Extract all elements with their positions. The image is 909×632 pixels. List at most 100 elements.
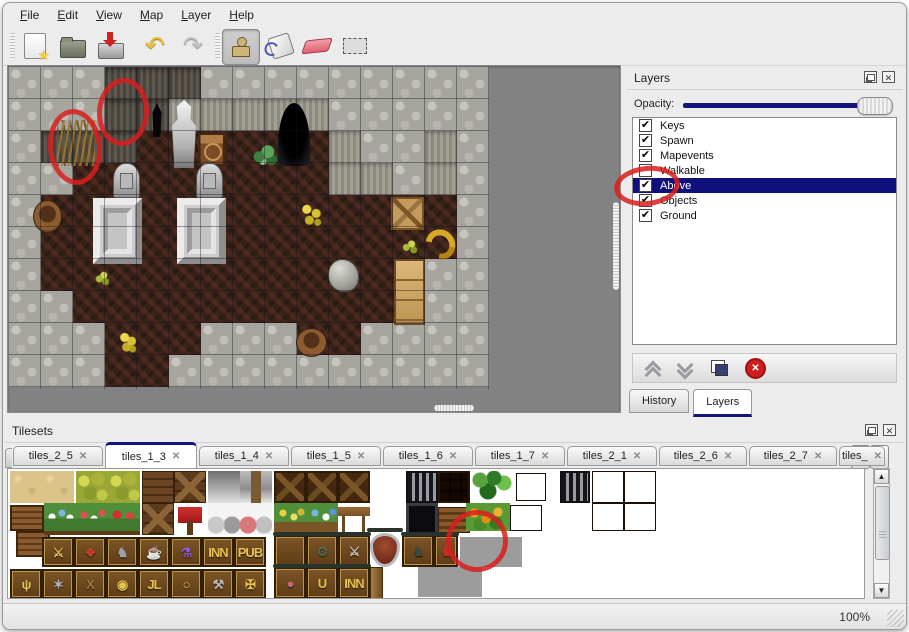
map-tile-dark-wall-face[interactable] bbox=[105, 99, 137, 131]
tileset-tile-shutters[interactable] bbox=[10, 505, 44, 531]
tileset-tile-horse-sign[interactable]: ♞ bbox=[106, 537, 138, 567]
map-tile-dirt-floor[interactable] bbox=[361, 195, 393, 227]
tileset-tile-arches-gray[interactable] bbox=[208, 503, 240, 535]
map-tile-rock-scales[interactable] bbox=[233, 355, 265, 387]
map-tile-rock-scales[interactable] bbox=[457, 323, 489, 355]
tileset-tile-bars[interactable] bbox=[406, 471, 438, 503]
map-tile-dirt-floor[interactable] bbox=[233, 195, 265, 227]
map-tile-dirt-floor[interactable] bbox=[361, 227, 393, 259]
close-tab-icon[interactable]: ✕ bbox=[874, 451, 882, 462]
tab-history[interactable]: History bbox=[629, 389, 689, 413]
map-tile-rock-scales[interactable] bbox=[393, 99, 425, 131]
map-tile-dirt-floor[interactable] bbox=[137, 323, 169, 355]
menu-item-view[interactable]: View bbox=[87, 5, 131, 25]
map-tile-rock-scales[interactable] bbox=[425, 291, 457, 323]
map-tile-dirt-floor[interactable] bbox=[73, 163, 105, 195]
map-tile-dirt-floor[interactable] bbox=[265, 291, 297, 323]
tileset-scrollbar[interactable]: ▲ ▼ bbox=[873, 468, 890, 599]
map-tile-wall-face[interactable] bbox=[233, 99, 265, 131]
map-tile-dirt-floor[interactable] bbox=[201, 291, 233, 323]
resize-grip-icon[interactable] bbox=[887, 610, 904, 627]
undo-button[interactable]: ↶ bbox=[139, 31, 171, 61]
tileset-tile-bars[interactable] bbox=[560, 471, 590, 503]
map-tile-dirt-floor[interactable] bbox=[297, 259, 329, 291]
tileset-tile-wood-x[interactable] bbox=[274, 471, 306, 503]
map-tile-rock-scales[interactable] bbox=[169, 355, 201, 387]
layer-checkbox-keys[interactable]: ✔ bbox=[639, 119, 652, 132]
tileset-tile-window-dark[interactable] bbox=[406, 503, 438, 535]
tileset-tile-ring-sign[interactable]: ○ bbox=[170, 569, 202, 599]
tileset-scrollbar-thumb[interactable] bbox=[875, 486, 890, 560]
save-button[interactable] bbox=[95, 31, 127, 61]
close-tab-icon[interactable]: ✕ bbox=[724, 451, 732, 462]
map-tile-dark-wall-face[interactable] bbox=[105, 131, 137, 163]
tileset-tile-fence-x[interactable] bbox=[142, 503, 174, 535]
menu-item-layer[interactable]: Layer bbox=[172, 5, 220, 25]
tileset-tile-shelf-dark[interactable] bbox=[624, 471, 656, 503]
layer-row-ground[interactable]: ✔Ground bbox=[633, 208, 896, 223]
map-tile-dirt-floor[interactable] bbox=[137, 291, 169, 323]
layer-row-keys[interactable]: ✔Keys bbox=[633, 118, 896, 133]
tileset-tile-table[interactable] bbox=[338, 503, 370, 535]
map-tile-dirt-floor[interactable] bbox=[265, 195, 297, 227]
map-tile-wall-face[interactable] bbox=[329, 131, 361, 163]
map-tile-rock-scales[interactable] bbox=[9, 291, 41, 323]
tileset-tile-shelf-dark[interactable] bbox=[510, 505, 542, 531]
map-tile-rock-scales[interactable] bbox=[265, 67, 297, 99]
tileset-tile-shield-sign[interactable]: ❖ bbox=[74, 537, 106, 567]
map-tile-dirt-floor[interactable] bbox=[361, 291, 393, 323]
map-vertical-scrollbar[interactable] bbox=[613, 202, 619, 290]
layer-row-mapevents[interactable]: ✔Mapevents bbox=[633, 148, 896, 163]
map-tile-dirt-floor[interactable] bbox=[233, 163, 265, 195]
map-tile-rock-scales[interactable] bbox=[9, 131, 41, 163]
map-tile-rock-scales[interactable] bbox=[361, 131, 393, 163]
close-panel-icon[interactable]: ✕ bbox=[883, 424, 896, 436]
tileset-tile-pillar[interactable] bbox=[240, 471, 272, 503]
select-tool-button[interactable] bbox=[339, 31, 371, 61]
map-tile-dirt-floor[interactable] bbox=[105, 355, 137, 387]
tileset-tile-inn-hanging-sign[interactable]: INN bbox=[338, 567, 370, 599]
scroll-up-button[interactable]: ▲ bbox=[874, 469, 889, 484]
map-tile-rock-scales[interactable] bbox=[361, 99, 393, 131]
map-tile-rock-scales[interactable] bbox=[393, 163, 425, 195]
tileset-tab-tiles_1_3[interactable]: tiles_1_3✕ bbox=[105, 442, 197, 468]
map-tile-rock-scales[interactable] bbox=[361, 323, 393, 355]
map-tile-rock-scales[interactable] bbox=[9, 67, 41, 99]
open-button[interactable] bbox=[57, 31, 89, 61]
tileset-tile-post[interactable] bbox=[370, 567, 383, 599]
tileset-tile-shelf-dark[interactable] bbox=[592, 471, 624, 503]
tileset-tab-tiles_1_5[interactable]: tiles_1_5✕ bbox=[291, 446, 381, 466]
tileset-tile-wood-x[interactable] bbox=[338, 471, 370, 503]
tileset-tile-bush[interactable] bbox=[76, 471, 108, 503]
map-tile-rock-scales[interactable] bbox=[457, 99, 489, 131]
tileset-tile-sword-sign[interactable]: ⚔ bbox=[42, 537, 74, 567]
opacity-slider-handle[interactable] bbox=[857, 97, 893, 115]
map-tile-rock-scales[interactable] bbox=[41, 67, 73, 99]
map-tile-rock-scales[interactable] bbox=[73, 355, 105, 387]
stamp-tool-button[interactable] bbox=[222, 29, 260, 65]
map-tile-rock-scales[interactable] bbox=[457, 163, 489, 195]
tileset-tile-crest-sign[interactable]: ✠ bbox=[234, 569, 266, 599]
toolbar-handle[interactable] bbox=[10, 33, 15, 59]
tileset-tab-tiles_2_1[interactable]: tiles_2_1✕ bbox=[567, 446, 657, 466]
tileset-tile-bush[interactable] bbox=[108, 471, 140, 503]
tileset-tile-wood-x[interactable] bbox=[306, 471, 338, 503]
map-tile-rock-scales[interactable] bbox=[297, 355, 329, 387]
tileset-tile-gray-fade[interactable] bbox=[208, 471, 240, 503]
close-tab-icon[interactable]: ✕ bbox=[265, 451, 273, 462]
tileset-tile-sand[interactable] bbox=[42, 471, 74, 503]
close-panel-icon[interactable]: ✕ bbox=[882, 71, 895, 83]
float-panel-icon[interactable] bbox=[864, 71, 877, 83]
map-tile-dirt-floor[interactable] bbox=[233, 291, 265, 323]
tileset-tile-fence-x[interactable] bbox=[174, 471, 206, 503]
map-tile-rock-scales[interactable] bbox=[201, 67, 233, 99]
map-tile-rock-scales[interactable] bbox=[393, 355, 425, 387]
map-tile-dirt-floor[interactable] bbox=[361, 259, 393, 291]
float-panel-icon[interactable] bbox=[865, 424, 878, 436]
tileset-tile-dragon-hanging-sign[interactable]: ♞ bbox=[434, 535, 458, 567]
tileset-tile-pub-sign[interactable]: PUB bbox=[234, 537, 266, 567]
duplicate-layer-button[interactable] bbox=[707, 357, 731, 379]
menu-item-file[interactable]: File bbox=[11, 5, 48, 25]
map-tile-rock-scales[interactable] bbox=[9, 227, 41, 259]
close-tab-icon[interactable]: ✕ bbox=[172, 451, 180, 462]
